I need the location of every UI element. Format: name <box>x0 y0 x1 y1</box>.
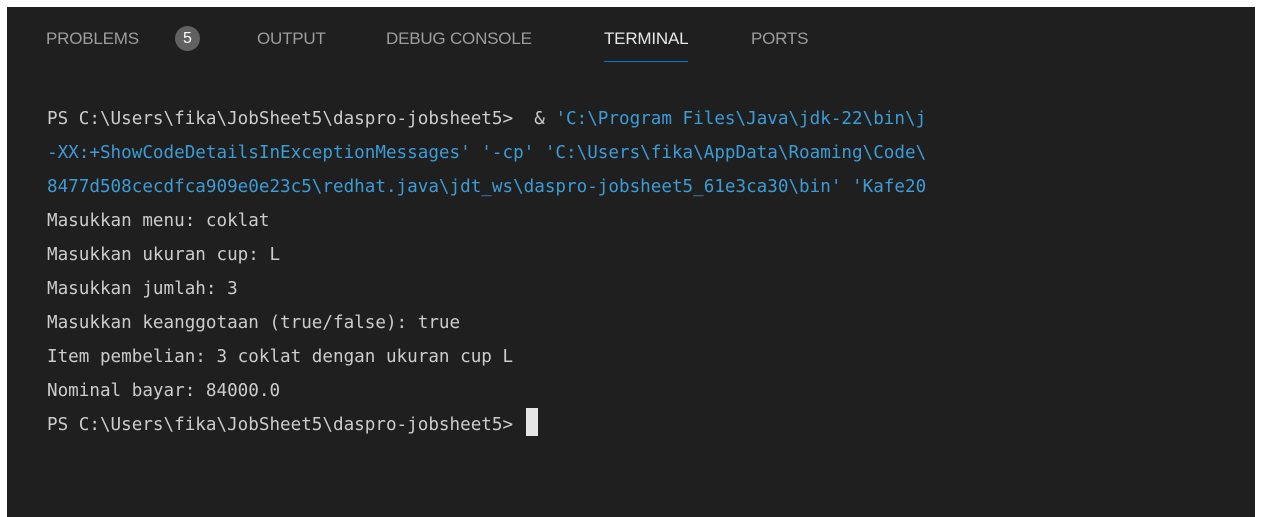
terminal-command: 'C:\Program Files\Java\jdk-22\bin\j <box>555 109 927 129</box>
problems-count-badge: 5 <box>175 26 200 51</box>
tab-debug-console-label: DEBUG CONSOLE <box>386 29 532 48</box>
terminal-panel: PROBLEMS 5 OUTPUT DEBUG CONSOLE TERMINAL… <box>7 7 1255 517</box>
tab-debug-console[interactable]: DEBUG CONSOLE <box>386 28 532 52</box>
terminal-final-prompt: PS C:\Users\fika\JobSheet5\daspro-jobshe… <box>47 415 524 435</box>
tab-terminal-label: TERMINAL <box>604 29 689 48</box>
tab-output[interactable]: OUTPUT <box>257 28 326 52</box>
terminal-line: Masukkan jumlah: 3 <box>47 279 238 299</box>
tab-problems[interactable]: PROBLEMS <box>46 28 139 52</box>
tab-terminal[interactable]: TERMINAL <box>604 28 689 62</box>
terminal-prompt-line[interactable]: PS C:\Users\fika\JobSheet5\daspro-jobshe… <box>47 408 538 442</box>
tab-output-label: OUTPUT <box>257 29 326 48</box>
terminal-output[interactable]: PS C:\Users\fika\JobSheet5\daspro-jobshe… <box>7 102 1255 502</box>
active-tab-indicator <box>604 61 689 62</box>
terminal-line: Item pembelian: 3 coklat dengan ukuran c… <box>47 347 514 367</box>
terminal-cursor <box>525 408 538 436</box>
terminal-line: -XX:+ShowCodeDetailsInExceptionMessages'… <box>47 143 927 163</box>
panel-tab-bar: PROBLEMS 5 OUTPUT DEBUG CONSOLE TERMINAL… <box>7 7 1255 69</box>
terminal-prompt: PS C:\Users\fika\JobSheet5\daspro-jobshe… <box>47 109 556 129</box>
terminal-line: Masukkan ukuran cup: L <box>47 245 281 265</box>
terminal-line: Nominal bayar: 84000.0 <box>47 381 281 401</box>
terminal-line: Masukkan menu: coklat <box>47 211 270 231</box>
tab-problems-label: PROBLEMS <box>46 29 139 48</box>
terminal-line: Masukkan keanggotaan (true/false): true <box>47 313 461 333</box>
tab-ports[interactable]: PORTS <box>751 28 808 52</box>
tab-ports-label: PORTS <box>751 29 809 48</box>
terminal-line: 8477d508cecdfca909e0e23c5\redhat.java\jd… <box>47 177 927 197</box>
terminal-line: PS C:\Users\fika\JobSheet5\daspro-jobshe… <box>47 102 926 136</box>
